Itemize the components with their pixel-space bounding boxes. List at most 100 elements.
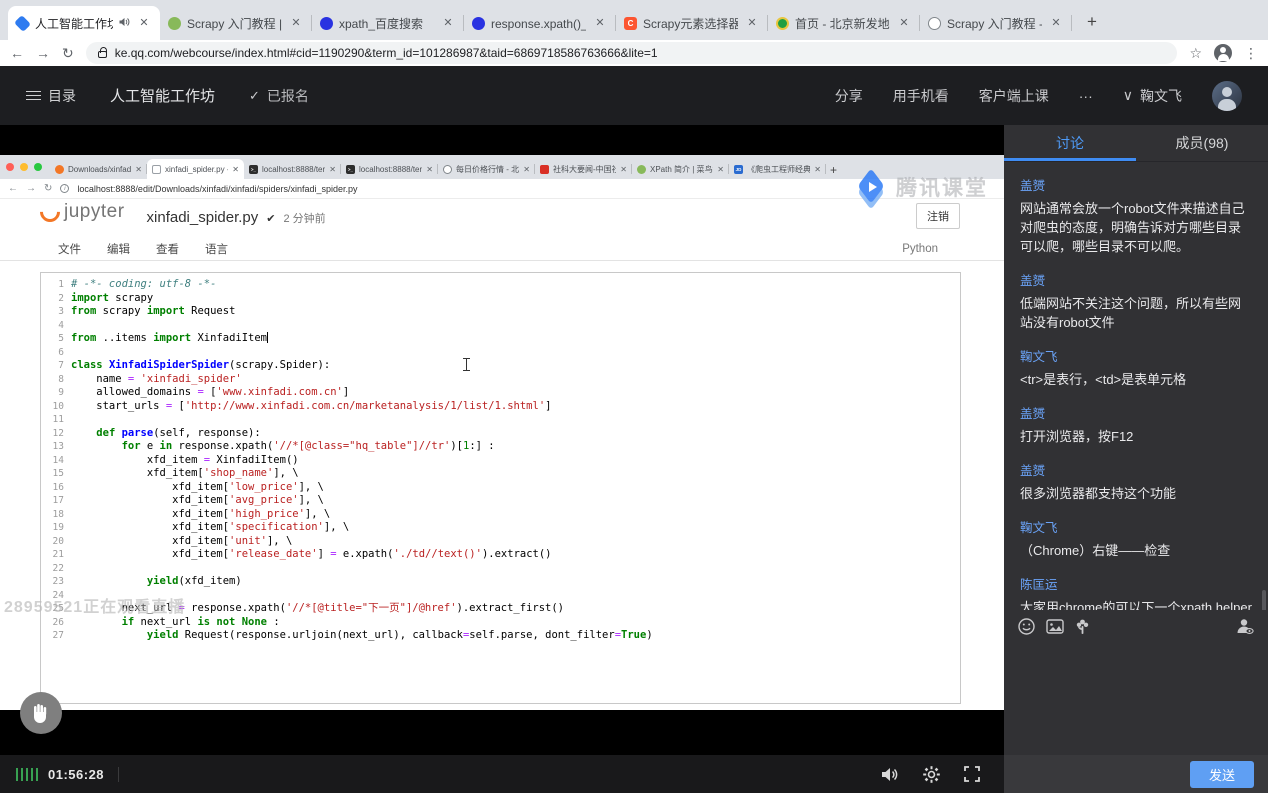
- browser-tab[interactable]: 人工智能工作坊✕: [8, 6, 160, 40]
- chat-username: 鞠文飞: [1020, 517, 1252, 536]
- line-number: 21: [41, 548, 71, 562]
- presenter-only-icon[interactable]: [1236, 618, 1254, 635]
- code-line: 1# -*- coding: utf-8 -*-: [41, 278, 960, 292]
- back-icon[interactable]: ←: [10, 45, 24, 61]
- new-tab-button[interactable]: +: [1078, 9, 1106, 37]
- line-number: 16: [41, 481, 71, 495]
- more-button[interactable]: ···: [1079, 88, 1093, 104]
- browser-menu-icon[interactable]: ⋮: [1244, 45, 1258, 62]
- code-line: 19 xfd_item['specification'], \: [41, 521, 960, 535]
- check-icon: ✓: [249, 88, 260, 104]
- inner-browser-tab: xinfadi_spider.py - Jupyte✕: [147, 159, 244, 179]
- menu-view[interactable]: 查看: [156, 241, 179, 257]
- code-line: 15 xfd_item['shop_name'], \: [41, 467, 960, 481]
- send-button[interactable]: 发送: [1190, 761, 1254, 788]
- logout-button[interactable]: 注销: [916, 203, 960, 229]
- settings-gear-icon[interactable]: [923, 766, 940, 783]
- flower-icon[interactable]: [1075, 618, 1090, 635]
- browser-tab[interactable]: response.xpath()_百度✕: [464, 6, 616, 40]
- watch-on-phone-button[interactable]: 用手机看: [893, 86, 949, 106]
- inner-address-bar: ← → ↻ i localhost:8888/edit/Downloads/xi…: [0, 179, 1004, 199]
- code-line: 11: [41, 413, 960, 427]
- inner-tab-label: XPath 简介 | 菜鸟教程: [650, 164, 713, 175]
- chat-message-list[interactable]: 盖赟网站通常会放一个robot文件来描述自己对爬虫的态度，明确告诉对方哪些目录可…: [1004, 162, 1268, 610]
- code-text: from scrapy import Request: [71, 305, 235, 319]
- course-header: 目录 人工智能工作坊 ✓ 已报名 分享 用手机看 客户端上课 ··· ∨ 鞠文飞: [0, 66, 1268, 125]
- raise-hand-button[interactable]: [20, 692, 62, 734]
- tencent-classroom-logo-icon: [856, 171, 890, 203]
- close-window-icon: [6, 163, 14, 171]
- share-button[interactable]: 分享: [835, 86, 863, 106]
- line-number: 13: [41, 440, 71, 454]
- volume-icon[interactable]: [881, 767, 899, 782]
- tab-label: Scrapy 入门教程 | 菜鸟: [187, 15, 282, 32]
- jupyter-filename[interactable]: xinfadi_spider.py: [147, 209, 259, 226]
- browser-tab[interactable]: Scrapy 入门教程 | 菜鸟 ✕: [160, 6, 312, 40]
- user-menu[interactable]: ∨ 鞠文飞: [1123, 86, 1182, 106]
- code-text: class XinfadiSpiderSpider(scrapy.Spider)…: [71, 359, 330, 373]
- code-editor[interactable]: 1# -*- coding: utf-8 -*-2import scrapy3f…: [40, 272, 961, 704]
- code-line: 5from ..items import XinfadiItem: [41, 332, 960, 346]
- inner-tab-label: 《爬虫工程师经典教程: P: [747, 164, 810, 175]
- menu-edit[interactable]: 编辑: [107, 241, 130, 257]
- line-number: 4: [41, 319, 71, 333]
- browser-tab[interactable]: 首页 - 北京新发地市场 ✕: [768, 6, 920, 40]
- tab-close-icon[interactable]: ✕: [1048, 15, 1064, 31]
- line-number: 23: [41, 575, 71, 589]
- baidu-favicon-icon: [320, 17, 333, 30]
- chat-input-area[interactable]: [1004, 642, 1268, 755]
- image-icon[interactable]: [1046, 619, 1064, 634]
- emoji-icon[interactable]: [1018, 618, 1035, 635]
- browser-tab[interactable]: xpath_百度搜索✕: [312, 6, 464, 40]
- line-number: 6: [41, 346, 71, 360]
- toc-button[interactable]: 目录: [26, 86, 76, 106]
- chat-message: 盖赟低端网站不关注这个问题，所以有些网站没有robot文件: [1020, 270, 1252, 332]
- code-text: allowed_domains = ['www.xinfadi.com.cn']: [71, 386, 349, 400]
- inner-tab-strip: Downloads/xinfadi/✕xinfadi_spider.py - J…: [0, 155, 1004, 179]
- tab-close-icon[interactable]: ✕: [896, 15, 912, 31]
- chat-username: 盖赟: [1020, 403, 1252, 422]
- terminal-favicon-icon: >_: [346, 165, 355, 174]
- tab-close-icon[interactable]: ✕: [744, 15, 760, 31]
- chat-username: 盖赟: [1020, 270, 1252, 289]
- url-text[interactable]: ke.qq.com/webcourse/index.html#cid=11902…: [115, 46, 658, 60]
- tab-members[interactable]: 成员(98): [1136, 125, 1268, 161]
- code-line: 22: [41, 562, 960, 576]
- tab-close-icon[interactable]: ✕: [136, 15, 152, 31]
- terminal-favicon-icon: >_: [249, 165, 258, 174]
- chat-scrollbar[interactable]: [1262, 590, 1266, 610]
- runoob-favicon-icon: [168, 17, 181, 30]
- line-number: 2: [41, 292, 71, 306]
- sidebar-tabs: 讨论 成员(98): [1004, 125, 1268, 162]
- fullscreen-icon[interactable]: [964, 766, 980, 782]
- browser-tab-strip: 人工智能工作坊✕Scrapy 入门教程 | 菜鸟✕xpath_百度搜索✕resp…: [0, 0, 1268, 40]
- line-number: 10: [41, 400, 71, 414]
- code-text: # -*- coding: utf-8 -*-: [71, 278, 216, 292]
- forward-icon[interactable]: →: [36, 45, 50, 61]
- tab-close-icon[interactable]: ✕: [592, 15, 608, 31]
- video-player[interactable]: Downloads/xinfadi/✕xinfadi_spider.py - J…: [0, 125, 1004, 755]
- code-text: yield Request(response.urljoin(next_url)…: [71, 629, 653, 643]
- runoob-favicon-icon: [637, 165, 646, 174]
- client-class-button[interactable]: 客户端上课: [979, 86, 1049, 106]
- browser-tab[interactable]: CScrapy元素选择器Xpat✕: [616, 6, 768, 40]
- url-omnibox[interactable]: ke.qq.com/webcourse/index.html#cid=11902…: [86, 42, 1178, 64]
- bookmark-star-icon[interactable]: ☆: [1189, 45, 1202, 62]
- tab-label: 首页 - 北京新发地市场: [795, 15, 890, 32]
- tab-close-icon[interactable]: ✕: [288, 15, 304, 31]
- tab-audio-icon[interactable]: [119, 16, 130, 30]
- inner-browser-tab: 每日价格行情 - 北京新发✕: [438, 159, 535, 179]
- line-number: 27: [41, 629, 71, 643]
- tab-close-icon[interactable]: ✕: [440, 15, 456, 31]
- code-text: xfd_item['shop_name'], \: [71, 467, 299, 481]
- macos-window-controls: [6, 155, 42, 179]
- profile-icon[interactable]: [1214, 44, 1232, 62]
- tab-discussion[interactable]: 讨论: [1004, 125, 1136, 161]
- code-text: for e in response.xpath('//*[@class="hq_…: [71, 440, 495, 454]
- menu-language[interactable]: 语言: [205, 241, 228, 257]
- browser-tab[interactable]: Scrapy 入门教程 - Elliso✕: [920, 6, 1072, 40]
- menu-file[interactable]: 文件: [58, 241, 81, 257]
- last-saved-time: 2 分钟前: [284, 210, 326, 226]
- reload-icon[interactable]: ↻: [62, 45, 74, 62]
- avatar[interactable]: [1212, 81, 1242, 111]
